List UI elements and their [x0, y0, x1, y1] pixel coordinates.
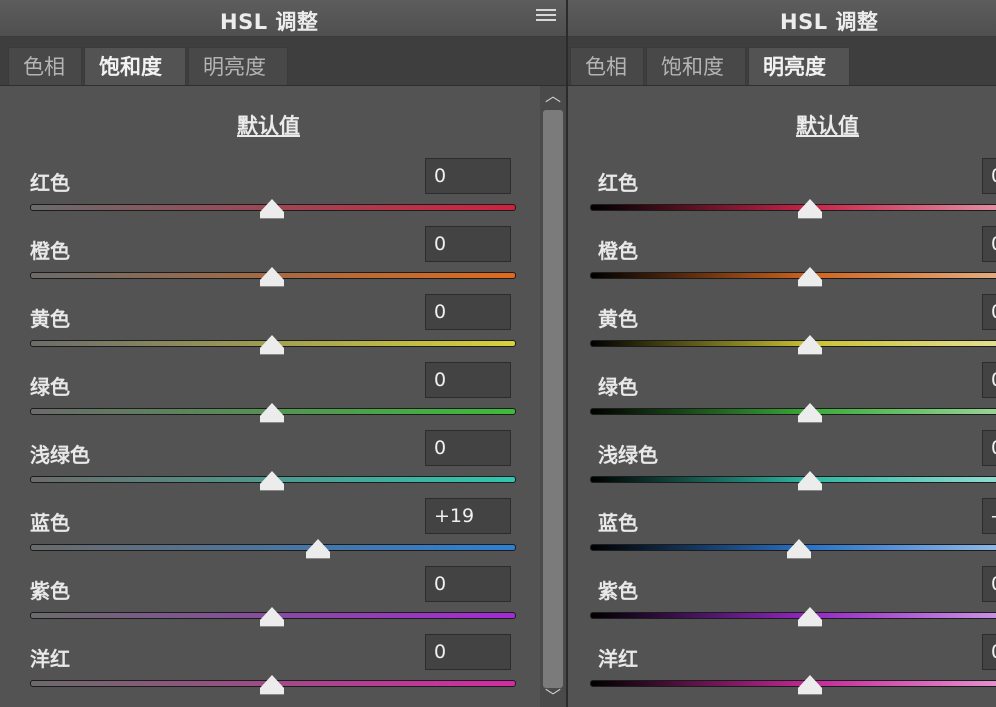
slider-row: 紫色 0 — [0, 565, 566, 633]
slider-thumb[interactable] — [798, 267, 822, 287]
scroll-thumb[interactable] — [543, 110, 563, 688]
slider-value-input[interactable]: 0 — [425, 430, 511, 466]
slider-thumb[interactable] — [260, 471, 284, 491]
slider-thumb[interactable] — [305, 539, 330, 559]
slider-label: 黄色 — [30, 307, 70, 331]
slider-row: 黄色 0 — [0, 293, 566, 361]
panel-titlebar: HSL 调整 — [0, 0, 566, 37]
slider-value-input[interactable]: 0 — [982, 226, 996, 262]
slider-thumb[interactable] — [787, 539, 811, 559]
slider-thumb[interactable] — [798, 675, 822, 695]
slider-value-input[interactable]: - — [982, 498, 996, 534]
slider-value-input[interactable]: +19 — [425, 498, 511, 534]
tab-saturation[interactable]: 饱和度 — [646, 47, 746, 85]
scroll-up-icon[interactable]: ︿ — [540, 86, 566, 106]
hsl-panel-saturation: HSL 调整 色相 饱和度 明亮度 默认值 红色 0 橙色 0 黄色 0 绿色 0 浅绿色 0 蓝色… — [0, 0, 567, 707]
scrollbar[interactable]: ︿ ﹀ — [540, 86, 566, 707]
panel-title: HSL 调整 — [220, 10, 319, 34]
slider-label: 橙色 — [30, 239, 70, 263]
slider-track[interactable] — [590, 204, 996, 211]
slider-value-input[interactable]: 0 — [425, 362, 511, 398]
scroll-down-icon[interactable]: ﹀ — [540, 687, 566, 707]
slider-row: 蓝色 - — [568, 497, 996, 565]
slider-label: 洋红 — [598, 647, 638, 671]
slider-track[interactable] — [590, 408, 996, 415]
slider-value-input[interactable]: 0 — [425, 566, 511, 602]
slider-row: 洋红 0 — [568, 633, 996, 701]
slider-value-input[interactable]: 0 — [982, 362, 996, 398]
slider-thumb[interactable] — [260, 267, 284, 287]
slider-value-input[interactable]: 0 — [982, 158, 996, 194]
slider-label: 洋红 — [30, 647, 70, 671]
slider-row: 橙色 0 — [568, 225, 996, 293]
slider-thumb[interactable] — [798, 471, 822, 491]
slider-track[interactable] — [590, 272, 996, 279]
hsl-panel-luminance: HSL 调整 色相 饱和度 明亮度 默认值 红色0橙色0黄色0绿色0浅绿色0蓝色… — [568, 0, 996, 707]
slider-value-input[interactable]: 0 — [982, 430, 996, 466]
tab-bar: 色相 饱和度 明亮度 — [568, 37, 996, 86]
slider-track[interactable] — [590, 476, 996, 483]
tab-hue[interactable]: 色相 — [570, 47, 644, 85]
slider-label: 红色 — [30, 171, 70, 195]
slider-thumb[interactable] — [798, 199, 822, 219]
panel-title: HSL 调整 — [780, 10, 879, 34]
slider-value-input[interactable]: 0 — [982, 634, 996, 670]
slider-label: 浅绿色 — [598, 443, 658, 467]
slider-label: 绿色 — [598, 375, 638, 399]
slider-row: 红色 0 — [568, 157, 996, 225]
slider-value-input[interactable]: 0 — [982, 566, 996, 602]
slider-track[interactable] — [590, 612, 996, 619]
default-button[interactable]: 默认值 — [796, 110, 859, 140]
tab-luminance[interactable]: 明亮度 — [748, 47, 850, 85]
tab-bar: 色相 饱和度 明亮度 — [0, 37, 566, 86]
slider-row: 浅绿色 0 — [568, 429, 996, 497]
slider-row: 浅绿色 0 — [0, 429, 566, 497]
slider-label: 绿色 — [30, 375, 70, 399]
tab-saturation[interactable]: 饱和度 — [84, 47, 186, 85]
tab-luminance[interactable]: 明亮度 — [188, 47, 288, 85]
slider-track[interactable] — [590, 340, 996, 347]
slider-row: 洋红 0 — [0, 633, 566, 701]
slider-row: 绿色 0 — [0, 361, 566, 429]
slider-label: 紫色 — [30, 579, 70, 603]
panel-menu-icon[interactable] — [536, 9, 556, 23]
slider-thumb[interactable] — [798, 403, 822, 423]
slider-value-input[interactable]: 0 — [425, 634, 511, 670]
slider-thumb[interactable] — [260, 335, 284, 355]
slider-thumb[interactable] — [798, 335, 822, 355]
slider-track[interactable] — [30, 544, 516, 551]
slider-label: 黄色 — [598, 307, 638, 331]
slider-row: 绿色 0 — [568, 361, 996, 429]
slider-label: 紫色 — [598, 579, 638, 603]
slider-thumb[interactable] — [260, 675, 284, 695]
slider-value-input[interactable]: 0 — [982, 294, 996, 330]
slider-row: 红色 0 — [0, 157, 566, 225]
slider-label: 橙色 — [598, 239, 638, 263]
slider-label: 浅绿色 — [30, 443, 90, 467]
slider-row: 黄色 0 — [568, 293, 996, 361]
slider-thumb[interactable] — [260, 403, 284, 423]
slider-label: 蓝色 — [30, 511, 70, 535]
slider-row: 紫色 0 — [568, 565, 996, 633]
slider-thumb[interactable] — [260, 199, 284, 219]
slider-row: 橙色 0 — [0, 225, 566, 293]
default-button[interactable]: 默认值 — [237, 110, 300, 140]
tab-hue[interactable]: 色相 — [8, 47, 82, 85]
slider-label: 红色 — [598, 171, 638, 195]
slider-label: 蓝色 — [598, 511, 638, 535]
slider-row: 蓝色 +19 — [0, 497, 566, 565]
slider-value-input[interactable]: 0 — [425, 294, 511, 330]
slider-thumb[interactable] — [798, 607, 822, 627]
slider-track[interactable] — [590, 680, 996, 687]
slider-value-input[interactable]: 0 — [425, 158, 511, 194]
slider-value-input[interactable]: 0 — [425, 226, 511, 262]
slider-thumb[interactable] — [260, 607, 284, 627]
panel-titlebar: HSL 调整 — [568, 0, 996, 37]
